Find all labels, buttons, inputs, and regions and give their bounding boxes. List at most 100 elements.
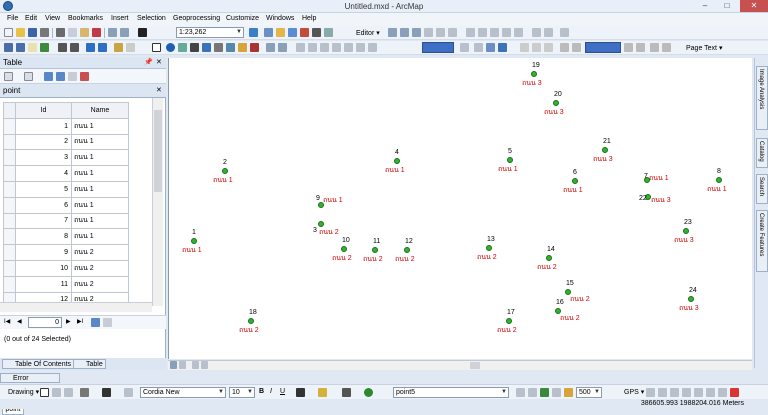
- open-folder-icon[interactable]: [16, 28, 25, 37]
- text-tool-icon[interactable]: [102, 388, 111, 397]
- model-builder-icon[interactable]: [324, 28, 333, 37]
- layout-fixed-in-icon[interactable]: [356, 43, 365, 52]
- refresh-view-icon[interactable]: [192, 361, 199, 369]
- identify-icon[interactable]: [166, 43, 175, 52]
- menu-help[interactable]: Help: [302, 15, 316, 22]
- map-point-feature[interactable]: [531, 71, 537, 77]
- map-view[interactable]: 19 ถนน 3 20 ถนน 3 21 ถนน 3 2 ถนน 1 4 ถนน 1 5 ถนน 16…: [168, 58, 752, 359]
- row-selector[interactable]: [3, 259, 16, 277]
- last-record-button[interactable]: ▶I: [77, 318, 83, 325]
- row-selector[interactable]: [3, 228, 16, 246]
- table-options-icon[interactable]: [4, 72, 13, 81]
- python-window-icon[interactable]: [312, 28, 321, 37]
- close-button[interactable]: ✕: [740, 0, 768, 12]
- menu-customize[interactable]: Customize: [226, 15, 259, 22]
- create-features-tab[interactable]: Create Features: [756, 210, 768, 272]
- paste-icon[interactable]: [80, 28, 89, 37]
- swipe-icon[interactable]: [238, 43, 247, 52]
- search-window-icon[interactable]: [288, 28, 297, 37]
- georef-link-icon[interactable]: [278, 43, 287, 52]
- back-extent-icon[interactable]: [86, 43, 95, 52]
- clear-selection-icon[interactable]: [126, 43, 135, 52]
- arctoolbox-icon[interactable]: [300, 28, 309, 37]
- network-tool-4-icon[interactable]: [552, 388, 561, 397]
- select-by-attributes-icon[interactable]: [44, 72, 53, 81]
- select-elements-icon[interactable]: [152, 43, 161, 52]
- georef-tool-icon[interactable]: [266, 43, 275, 52]
- data-view-icon[interactable]: [170, 361, 177, 369]
- column-header-name[interactable]: Name: [71, 102, 129, 119]
- table-row[interactable]: 6 ถนน 1: [3, 196, 129, 214]
- marker-color-icon[interactable]: [364, 388, 373, 397]
- refresh-page-icon[interactable]: [650, 43, 659, 52]
- close-layer-tab-icon[interactable]: ✕: [156, 86, 162, 94]
- attributes-icon[interactable]: [532, 28, 541, 37]
- row-selector-header[interactable]: [3, 102, 16, 119]
- create-features-icon[interactable]: [560, 28, 569, 37]
- font-combo[interactable]: Cordia New ▼: [140, 387, 226, 398]
- table-scroll-thumb[interactable]: [154, 110, 162, 192]
- add-data-icon[interactable]: [138, 28, 147, 37]
- row-selector[interactable]: [3, 133, 16, 151]
- map-point-feature[interactable]: [222, 168, 228, 174]
- column-header-id[interactable]: Id: [15, 102, 72, 119]
- layout-fixed-out-icon[interactable]: [368, 43, 377, 52]
- zoom-100-icon[interactable]: [344, 43, 353, 52]
- map-scroll-thumb[interactable]: [470, 362, 480, 369]
- error-inspector-tab[interactable]: Error Inspector: [0, 373, 60, 392]
- cut-icon[interactable]: [56, 28, 65, 37]
- search-tab[interactable]: Search: [756, 174, 768, 204]
- network-tool-2-icon[interactable]: [528, 388, 537, 397]
- table-horizontal-scrollbar[interactable]: [0, 302, 152, 312]
- table-vertical-scrollbar[interactable]: [152, 98, 163, 306]
- find-icon[interactable]: [190, 43, 199, 52]
- pause-drawing-icon[interactable]: [201, 361, 208, 369]
- menu-bookmarks[interactable]: Bookmarks: [68, 15, 103, 22]
- undo-icon[interactable]: [108, 28, 117, 37]
- map-point-feature[interactable]: [602, 147, 608, 153]
- clear-table-selection-icon[interactable]: [68, 72, 77, 81]
- line-color-icon[interactable]: [342, 388, 351, 397]
- new-document-icon[interactable]: [4, 28, 13, 37]
- zoom-whole-page-icon[interactable]: [332, 43, 341, 52]
- tolerance-combo[interactable]: 500 ▼: [576, 387, 602, 398]
- layout-zoom-out-icon[interactable]: [308, 43, 317, 52]
- first-page-icon[interactable]: [560, 43, 569, 52]
- toc-window-icon[interactable]: [264, 28, 273, 37]
- change-layout-icon[interactable]: [486, 43, 495, 52]
- map-point-feature[interactable]: [688, 296, 694, 302]
- catalog-window-icon[interactable]: [276, 28, 285, 37]
- flag-icon[interactable]: [730, 388, 739, 397]
- gps-tool-3-icon[interactable]: [670, 388, 679, 397]
- trace-icon[interactable]: [436, 28, 445, 37]
- delete-selected-icon[interactable]: [80, 72, 89, 81]
- italic-button[interactable]: I: [270, 388, 272, 395]
- image-analysis-tab[interactable]: Image Analysis: [756, 66, 768, 130]
- map-view-scrollbar[interactable]: [168, 360, 752, 370]
- page-text-menu[interactable]: Page Text ▾: [686, 44, 722, 52]
- map-scale-combo[interactable]: 1:23,262 ▼: [176, 27, 244, 38]
- measure-icon[interactable]: [214, 43, 223, 52]
- table-row[interactable]: 10 ถนน 2: [3, 259, 129, 277]
- map-point-feature[interactable]: [486, 245, 492, 251]
- table-row[interactable]: 2 ถนน 1: [3, 133, 129, 151]
- copy-icon[interactable]: [68, 28, 77, 37]
- drawing-menu[interactable]: Drawing ▾: [8, 388, 39, 396]
- full-extent-icon[interactable]: [40, 43, 49, 52]
- zoom-out-icon[interactable]: [16, 43, 25, 52]
- switch-selection-icon[interactable]: [56, 72, 65, 81]
- table-tab[interactable]: Table: [73, 359, 106, 369]
- layout-view-icon[interactable]: [532, 43, 541, 52]
- fill-color-icon[interactable]: [318, 388, 327, 397]
- table-row[interactable]: 7 ถนน 1: [3, 212, 129, 230]
- end-point-arc-icon[interactable]: [424, 28, 433, 37]
- last-page-icon[interactable]: [636, 43, 645, 52]
- page-combo[interactable]: [585, 42, 621, 53]
- map-point-feature[interactable]: [546, 255, 552, 261]
- toggle-draft-icon[interactable]: [460, 43, 469, 52]
- layout-view-toggle-icon[interactable]: [179, 361, 186, 369]
- menu-file[interactable]: File: [7, 15, 18, 22]
- menu-selection[interactable]: Selection: [137, 15, 166, 22]
- edit-vertices-icon[interactable]: [466, 28, 475, 37]
- find-route-icon[interactable]: [202, 43, 211, 52]
